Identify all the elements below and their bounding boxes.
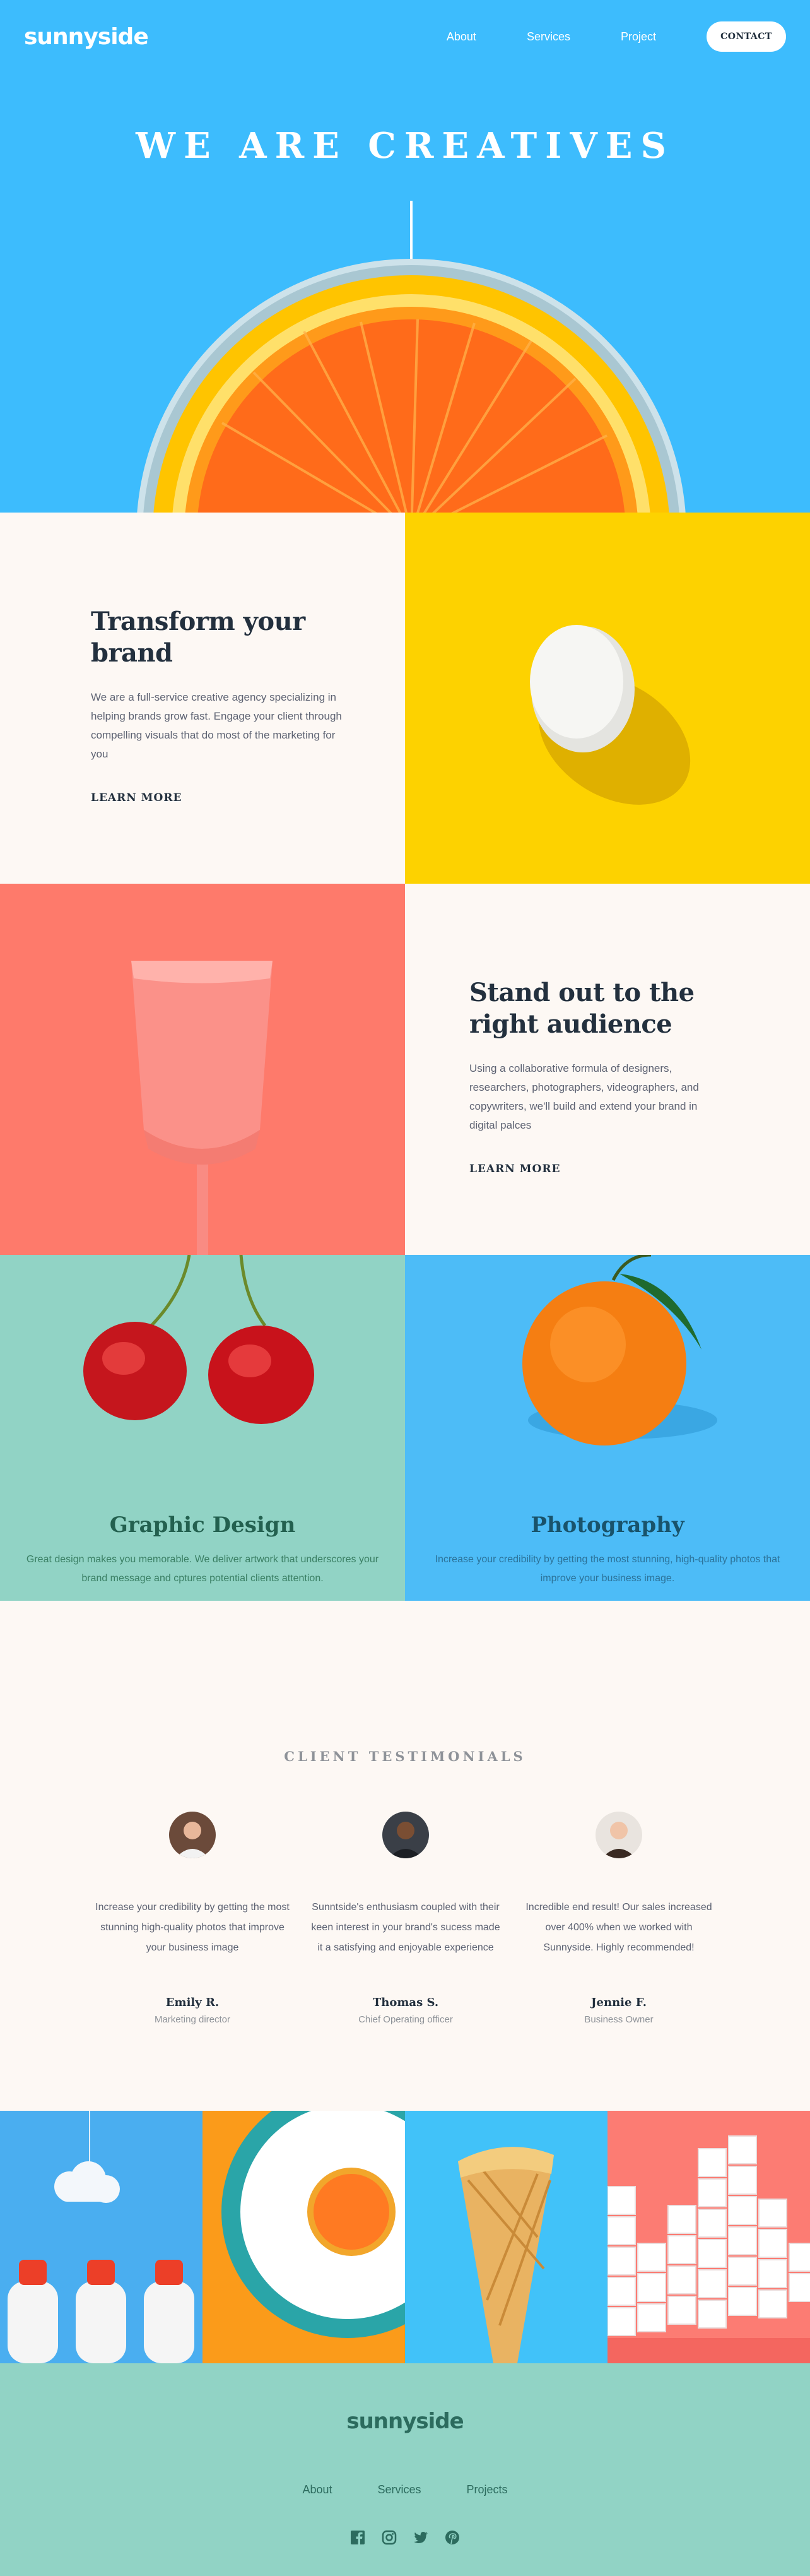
- social-links: [0, 2530, 810, 2545]
- testimonial-card: Incredible end result! Our sales increas…: [521, 1812, 717, 2025]
- instagram-icon[interactable]: [382, 2530, 397, 2545]
- footer-link-projects[interactable]: Projects: [467, 2483, 508, 2496]
- twitter-icon[interactable]: [413, 2530, 428, 2545]
- testimonial-card: Sunntside's enthusiasm coupled with thei…: [308, 1812, 503, 2025]
- footer-logo[interactable]: sunnyside: [0, 2409, 810, 2434]
- footer-link-services[interactable]: Services: [377, 2483, 421, 2496]
- testimonial-quote: Incredible end result! Our sales increas…: [525, 1902, 712, 1953]
- photography-card: Photography Increase your credibility by…: [405, 1255, 810, 1601]
- contact-button[interactable]: CONTACT: [707, 21, 786, 52]
- footer: sunnyside About Services Projects: [0, 2363, 810, 2576]
- testimonial-quote: Increase your credibility by getting the…: [95, 1902, 290, 1953]
- feature-row-standout: Stand out to the right audience Using a …: [0, 884, 810, 1255]
- hero-title: WE ARE CREATIVES: [136, 125, 674, 167]
- testimonial-card: Increase your credibility by getting the…: [95, 1812, 290, 2025]
- testimonial-quote: Sunntside's enthusiasm coupled with thei…: [311, 1902, 500, 1953]
- testimonial-name: Emily R.: [165, 1996, 220, 2009]
- testimonial-name: Jennie F.: [591, 1996, 647, 2009]
- graphic-design-title: Graphic Design: [109, 1512, 296, 1538]
- gallery-milk-bottles-image: [0, 2111, 202, 2363]
- graphic-design-body: Great design makes you memorable. We del…: [26, 1554, 379, 1584]
- hero-section: sunnyside About Services Project CONTACT…: [0, 0, 810, 513]
- gallery: [0, 2111, 810, 2363]
- pinterest-icon[interactable]: [445, 2530, 460, 2545]
- avatar: [382, 1812, 429, 1858]
- feature-row-transform: Transform your brand We are a full-servi…: [0, 513, 810, 884]
- testimonial-role: Chief Operating officer: [358, 2014, 453, 2025]
- transform-learn-more-link[interactable]: LEARN MORE: [88, 792, 185, 805]
- transform-text-block: Transform your brand We are a full-servi…: [0, 513, 405, 884]
- services-row: Graphic Design Great design makes you me…: [0, 1255, 810, 1601]
- avatar: [169, 1812, 216, 1858]
- standout-learn-more-link[interactable]: LEARN MORE: [466, 1163, 563, 1177]
- standout-title: Stand out to the right audience: [469, 978, 695, 1039]
- hero-orange-image: [137, 259, 686, 513]
- cup-image: [0, 884, 405, 1255]
- testimonials-section: CLIENT TESTIMONIALS Increase your credib…: [0, 1601, 810, 2111]
- testimonial-role: Business Owner: [584, 2014, 654, 2025]
- facebook-icon[interactable]: [350, 2530, 365, 2545]
- graphic-design-card: Graphic Design Great design makes you me…: [0, 1255, 405, 1601]
- top-nav: sunnyside About Services Project CONTACT: [0, 0, 810, 73]
- standout-text-block: Stand out to the right audience Using a …: [405, 884, 810, 1255]
- standout-body: Using a collaborative formula of designe…: [469, 1062, 699, 1131]
- gallery-orange-plate-image: [202, 2111, 405, 2363]
- nav-link-project[interactable]: Project: [621, 30, 656, 44]
- footer-link-about[interactable]: About: [302, 2483, 332, 2496]
- egg-image: [405, 513, 810, 884]
- transform-title: Transform your brand: [91, 607, 305, 668]
- testimonials-list: Increase your credibility by getting the…: [95, 1812, 717, 2025]
- testimonial-role: Marketing director: [154, 2014, 231, 2025]
- photography-title: Photography: [531, 1512, 684, 1538]
- logo[interactable]: sunnyside: [24, 24, 149, 50]
- photography-body: Increase your credibility by getting the…: [435, 1554, 780, 1584]
- gallery-ice-cream-cone-image: [405, 2111, 608, 2363]
- testimonials-heading: CLIENT TESTIMONIALS: [284, 1748, 526, 1764]
- nav-link-services[interactable]: Services: [527, 30, 570, 44]
- nav-link-about[interactable]: About: [447, 30, 476, 44]
- nav-links: About Services Project CONTACT: [447, 21, 786, 52]
- footer-nav: About Services Projects: [0, 2483, 810, 2496]
- avatar: [596, 1812, 642, 1858]
- testimonial-name: Thomas S.: [372, 1996, 439, 2009]
- gallery-sugar-cubes-image: [608, 2111, 810, 2363]
- transform-body: We are a full-service creative agency sp…: [91, 691, 342, 760]
